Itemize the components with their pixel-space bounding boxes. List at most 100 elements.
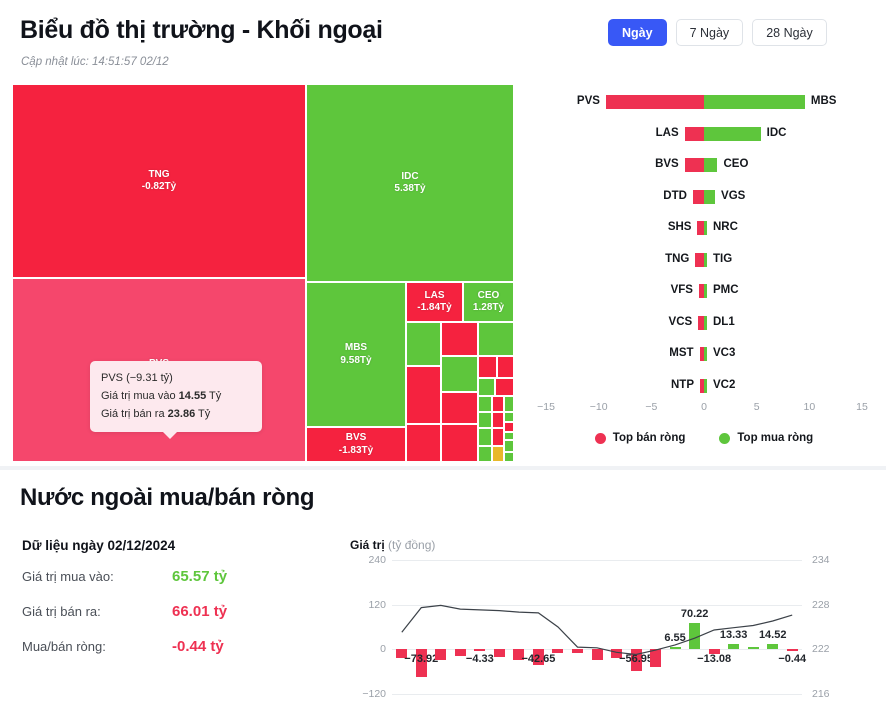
last-updated-text: Cập nhật lúc: 14:51:57 02/12 xyxy=(21,56,169,68)
bottom-section-title: Nước ngoài mua/bán ròng xyxy=(20,484,315,511)
x-axis-tick: 5 xyxy=(753,401,760,413)
net-sell-bar[interactable] xyxy=(695,252,704,267)
treemap-cell-idc[interactable]: IDC 5.38Tỷ xyxy=(306,84,514,282)
net-buy-label: CEO xyxy=(723,158,749,170)
tooltip-buy-value: 14.55 xyxy=(178,389,207,402)
stat-row: Giá trị bán ra: 66.01 tỷ xyxy=(22,603,332,638)
treemap-cell-ceo[interactable]: CEO 1.28Tỷ xyxy=(463,282,514,322)
net-buy-label: VGS xyxy=(721,189,746,202)
net-sell-label: NTP xyxy=(670,378,694,391)
range-button-ngày[interactable]: Ngày xyxy=(608,19,667,46)
stat-value: -0.44 tỷ xyxy=(172,638,224,655)
net-sell-label: DTD xyxy=(663,189,687,202)
page-title: Biểu đồ thị trường - Khối ngoại xyxy=(20,16,383,44)
net-buy-label: DL1 xyxy=(713,315,735,328)
stat-label: Mua/bán ròng: xyxy=(22,639,106,654)
net-sell-label: VFS xyxy=(670,284,693,296)
treemap-cell[interactable] xyxy=(504,422,514,432)
treemap-cell[interactable] xyxy=(504,412,514,422)
legend-item[interactable]: Top bán ròng xyxy=(594,432,686,444)
net-value-combo-chart: Giá trị (tỷ đồng) −73.92 −4.33 −42.65 −56.9… xyxy=(346,538,872,716)
treemap-cell[interactable] xyxy=(495,378,514,396)
tooltip-sell-value: 23.86 xyxy=(167,407,196,420)
stat-value: 65.57 tỷ xyxy=(172,568,228,585)
treemap-cell-value: 1.28Tỷ xyxy=(472,302,505,313)
range-button-28-ngày[interactable]: 28 Ngày xyxy=(752,19,827,46)
treemap-cell[interactable] xyxy=(441,392,478,424)
treemap-cell[interactable] xyxy=(406,424,441,462)
range-toggle-group: Ngày 7 Ngày 28 Ngày xyxy=(608,19,827,46)
treemap-cell[interactable] xyxy=(492,446,504,462)
treemap-cell[interactable] xyxy=(478,396,492,412)
treemap-cell[interactable] xyxy=(478,428,492,446)
net-sell-label: MST xyxy=(669,347,694,359)
diverging-legend: Top bán ròng Top mua ròng xyxy=(530,432,878,444)
net-buy-label: VC2 xyxy=(713,378,736,391)
diverging-row: NTP VC2 xyxy=(530,370,878,402)
treemap-cell[interactable] xyxy=(497,356,514,378)
net-buy-label: TIG xyxy=(713,252,733,265)
treemap-cell-tng[interactable]: TNG -0.82Tỷ xyxy=(12,84,306,278)
net-buy-bar[interactable] xyxy=(704,158,718,172)
net-sell-label: SHS xyxy=(667,221,692,233)
tooltip-sell-label: Giá trị bán ra xyxy=(101,407,165,420)
diverging-x-axis: −15 −10 −5 0 5 10 15 xyxy=(530,401,878,417)
net-buy-bar[interactable] xyxy=(704,126,761,141)
legend-dot-icon xyxy=(719,432,731,444)
net-sell-bar[interactable] xyxy=(697,221,704,235)
net-sell-label: TNG xyxy=(665,252,690,265)
net-buy-bar[interactable] xyxy=(704,378,707,393)
stat-label: Giá trị mua vào: xyxy=(22,569,114,584)
treemap-cell[interactable] xyxy=(492,412,504,428)
stats-heading: Dữ liệu ngày 02/12/2024 xyxy=(22,538,176,553)
treemap-cell-bvs[interactable]: BVS -1.83Tỷ xyxy=(306,427,406,462)
net-sell-bar[interactable] xyxy=(692,189,704,204)
treemap-cell[interactable] xyxy=(504,452,514,462)
diverging-row: DTD VGS xyxy=(530,181,878,213)
treemap-cell[interactable] xyxy=(504,432,514,440)
x-axis-tick: −10 xyxy=(589,401,608,413)
gridline xyxy=(392,694,802,695)
net-buy-bar[interactable] xyxy=(704,189,716,204)
net-buy-bar[interactable] xyxy=(704,347,707,361)
legend-label: Top bán ròng xyxy=(612,432,686,444)
treemap-cell[interactable] xyxy=(406,366,441,424)
treemap-cell-mbs[interactable]: MBS 9.58Tỷ xyxy=(306,282,406,427)
treemap-cell[interactable] xyxy=(406,322,441,366)
treemap-cell-symbol: BVS xyxy=(345,432,367,443)
net-buy-label: IDC xyxy=(766,126,787,139)
stat-label: Giá trị bán ra: xyxy=(22,604,101,619)
treemap-cell[interactable] xyxy=(478,378,495,396)
treemap-cell[interactable] xyxy=(478,356,497,378)
net-sell-bar[interactable] xyxy=(684,158,704,172)
treemap-cell-value: -1.83Tỷ xyxy=(338,444,374,456)
net-sell-bar[interactable] xyxy=(605,95,704,109)
treemap-cell[interactable] xyxy=(504,396,514,412)
treemap-cell[interactable] xyxy=(478,446,492,462)
net-buy-bar[interactable] xyxy=(704,95,805,109)
y-axis-tick-left: 0 xyxy=(380,643,386,656)
treemap-chart[interactable]: TNG-0.82TỷPVS-9.31TỷIDC5.38TỷMBS9.58TỷLA… xyxy=(12,84,514,462)
net-sell-label: BVS xyxy=(655,158,679,170)
legend-item[interactable]: Top mua ròng xyxy=(719,432,813,444)
treemap-cell[interactable] xyxy=(478,322,514,356)
treemap-cell-las[interactable]: LAS -1.84Tỷ xyxy=(406,282,463,322)
net-buy-bar[interactable] xyxy=(704,315,707,330)
range-button-7-ngày[interactable]: 7 Ngày xyxy=(675,19,744,46)
net-sell-bar[interactable] xyxy=(684,126,704,141)
section-divider xyxy=(0,466,886,470)
net-sell-label: PVS xyxy=(576,95,600,107)
treemap-cell[interactable] xyxy=(492,428,504,446)
treemap-cell[interactable] xyxy=(504,440,514,452)
net-buy-bar[interactable] xyxy=(704,252,707,267)
treemap-cell-symbol: CEO xyxy=(477,289,500,301)
treemap-cell[interactable] xyxy=(441,356,478,392)
net-buy-bar[interactable] xyxy=(704,284,707,298)
treemap-cell[interactable] xyxy=(441,322,478,356)
treemap-cell[interactable] xyxy=(478,412,492,428)
net-buy-bar[interactable] xyxy=(704,221,707,235)
treemap-cell[interactable] xyxy=(441,424,478,462)
price-index-line xyxy=(401,604,793,656)
treemap-cell[interactable] xyxy=(492,396,504,412)
tooltip-sell-row: Giá trị bán ra 23.86 Tỷ xyxy=(101,406,251,424)
